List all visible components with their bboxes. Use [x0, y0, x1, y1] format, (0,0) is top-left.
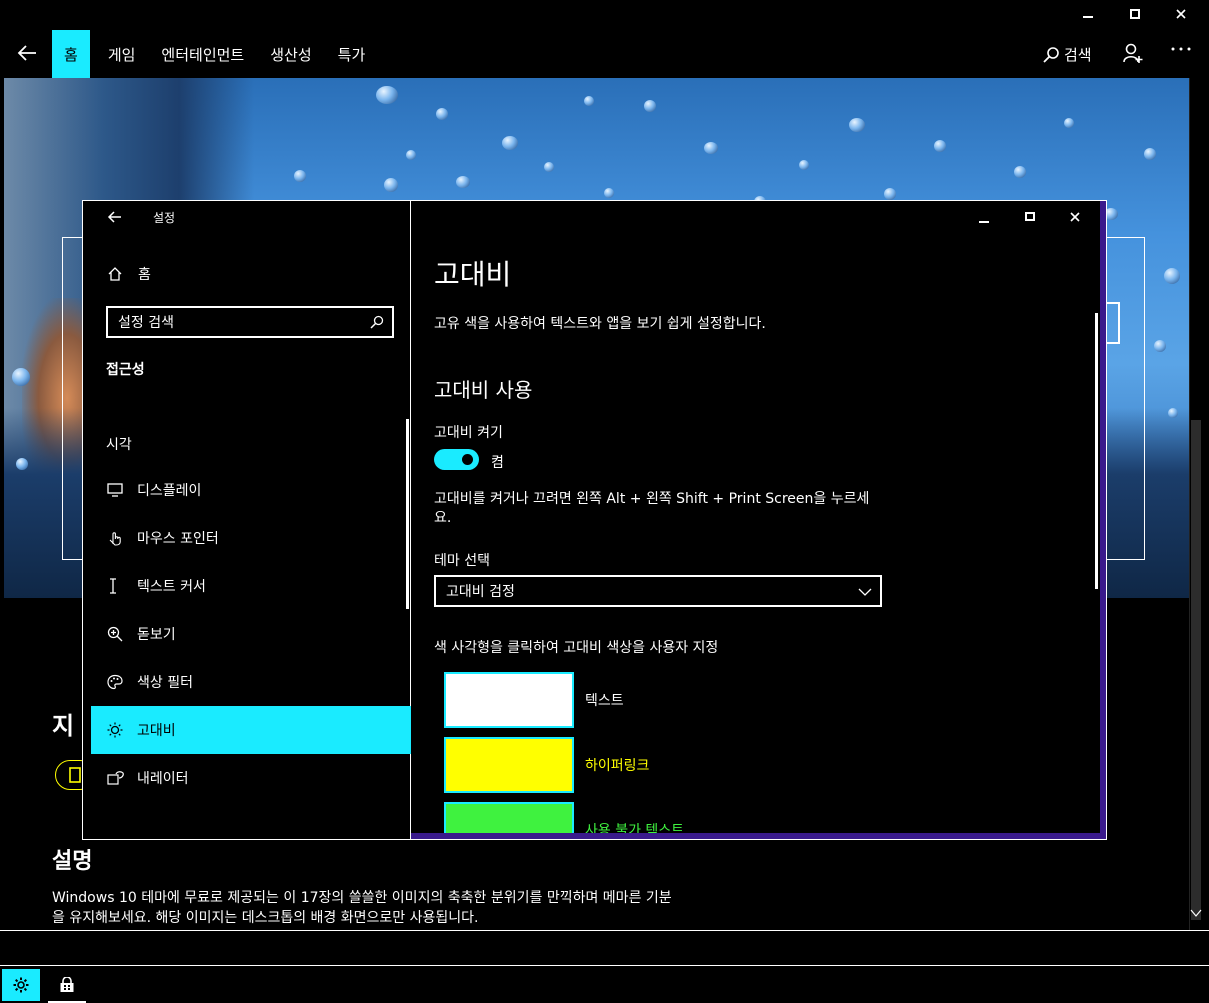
divider	[0, 930, 1209, 931]
scroll-down-button[interactable]	[1190, 908, 1202, 918]
swatch-label-hyperlink: 하이퍼링크	[585, 758, 650, 774]
sidebar-item-label: 고대비	[137, 723, 176, 739]
description-heading: 설명	[52, 849, 93, 874]
theme-label: 테마 선택	[434, 553, 490, 569]
device-icon	[69, 767, 81, 783]
maximize-button[interactable]	[1124, 4, 1146, 24]
tab-productivity[interactable]: 생산성	[258, 30, 323, 78]
tab-games[interactable]: 게임	[96, 30, 148, 78]
minimize-icon	[1083, 16, 1093, 18]
palette-icon	[107, 674, 123, 690]
search-icon	[370, 315, 384, 329]
sidebar-item-label: 돋보기	[137, 627, 176, 643]
minimize-button[interactable]	[1077, 4, 1099, 24]
search-button[interactable]: 검색	[1042, 44, 1092, 65]
swatch-label-text: 텍스트	[585, 693, 624, 709]
sidebar-item-text-cursor[interactable]: 텍스트 커서	[91, 562, 411, 610]
toggle-state: 켬	[491, 455, 504, 471]
theme-select[interactable]: 고대비 검정	[434, 575, 882, 607]
brightness-icon	[107, 722, 123, 738]
sidebar-item-narrator[interactable]: 내레이터	[91, 754, 411, 802]
magnifier-icon	[107, 626, 123, 642]
sidebar-item-home-label: 홈	[138, 267, 151, 283]
text-cursor-icon	[110, 578, 116, 594]
narrator-icon	[107, 771, 124, 785]
sidebar-item-label: 색상 필터	[137, 675, 193, 691]
search-icon	[1043, 46, 1059, 63]
mouse-pointer-icon	[109, 532, 121, 546]
settings-title: 설정	[153, 211, 176, 225]
tab-home[interactable]: 홈	[52, 30, 90, 78]
section-heading: 고대비 사용	[434, 378, 533, 402]
settings-close-button[interactable]	[1070, 212, 1080, 222]
sidebar-item-label: 텍스트 커서	[137, 579, 206, 595]
swatch-row-hyperlink[interactable]: 하이퍼링크	[444, 737, 649, 793]
group-heading: 시각	[106, 437, 132, 453]
sidebar-item-mouse-pointer[interactable]: 마우스 포인터	[91, 514, 411, 562]
sidebar-item-label: 내레이터	[137, 771, 189, 787]
tab-entertainment[interactable]: 엔터테인먼트	[149, 30, 256, 78]
sidebar-item-label: 디스플레이	[137, 483, 202, 499]
swatch-label-disabled: 사용 불가 텍스트	[585, 823, 685, 833]
settings-content: 고대비 고유 색을 사용하여 텍스트와 앱을 보기 쉽게 설정합니다. 고대비 …	[411, 201, 1106, 833]
swatch-row-text[interactable]: 텍스트	[444, 672, 624, 728]
chevron-down-icon	[1190, 909, 1202, 917]
page-title: 고대비	[434, 258, 512, 291]
description-line-2: 을 유지해보세요. 해당 이미지는 데스크톱의 배경 화면으로만 사용됩니다.	[52, 910, 479, 926]
more-icon	[1171, 47, 1191, 51]
settings-sidebar: 설정 홈 설정 검색 접근성 시각 디스플레이 마우스 포인터 텍스트 커서 돋…	[83, 201, 411, 839]
toggle-label: 고대비 켜기	[434, 425, 503, 441]
sidebar-item-display[interactable]: 디스플레이	[91, 466, 411, 514]
store-nav: 홈 게임 엔터테인먼트 생산성 특가	[52, 30, 377, 78]
home-icon	[108, 267, 122, 281]
tab-deals[interactable]: 특가	[326, 30, 378, 78]
swatch-instruction: 색 사각형을 클릭하여 고대비 색상을 사용자 지정	[434, 640, 719, 656]
account-button[interactable]	[1122, 42, 1144, 64]
shortcut-hint-line-2: 요.	[434, 510, 452, 526]
gear-icon	[13, 977, 29, 993]
back-arrow-icon	[107, 211, 121, 223]
section-title: 지	[52, 712, 75, 740]
more-button[interactable]	[1170, 46, 1192, 52]
settings-taskbar-button[interactable]	[2, 969, 40, 1001]
settings-window: 설정 홈 설정 검색 접근성 시각 디스플레이 마우스 포인터 텍스트 커서 돋…	[82, 200, 1107, 840]
chevron-down-icon	[858, 588, 872, 596]
settings-maximize-button[interactable]	[1025, 212, 1035, 222]
add-user-icon	[1123, 43, 1143, 63]
settings-search-input[interactable]: 설정 검색	[106, 306, 394, 338]
monitor-icon	[107, 483, 123, 497]
minimize-icon	[979, 221, 989, 223]
store-taskbar-button[interactable]	[48, 969, 86, 1003]
maximize-icon	[1025, 212, 1035, 221]
sidebar-item-home[interactable]: 홈	[107, 264, 151, 284]
taskbar	[0, 965, 1209, 1003]
sidebar-item-high-contrast[interactable]: 고대비	[91, 706, 411, 754]
high-contrast-toggle[interactable]	[434, 449, 479, 470]
content-scroll-thumb[interactable]	[1095, 313, 1098, 589]
theme-select-value: 고대비 검정	[446, 584, 515, 600]
store-scroll-thumb[interactable]	[1191, 420, 1201, 920]
sidebar-item-label: 마우스 포인터	[137, 531, 219, 547]
swatch-row-disabled[interactable]: 사용 불가 텍스트	[444, 802, 684, 833]
search-placeholder: 설정 검색	[118, 315, 174, 331]
back-arrow-icon	[17, 45, 36, 61]
maximize-icon	[1130, 9, 1140, 19]
disabled-text-color-swatch[interactable]	[444, 802, 574, 833]
back-button[interactable]	[16, 42, 38, 64]
settings-back-button[interactable]	[107, 209, 123, 225]
shortcut-hint-line-1: 고대비를 켜거나 끄려면 왼쪽 Alt + 왼쪽 Shift + Print S…	[434, 491, 870, 507]
search-label: 검색	[1064, 46, 1092, 64]
close-button[interactable]	[1170, 4, 1192, 24]
close-icon	[1176, 9, 1186, 19]
settings-minimize-button[interactable]	[979, 215, 989, 225]
close-icon	[1070, 212, 1080, 222]
text-color-swatch[interactable]	[444, 672, 574, 728]
hyperlink-color-swatch[interactable]	[444, 737, 574, 793]
category-heading: 접근성	[106, 362, 145, 378]
description-line-1: Windows 10 테마에 무료로 제공되는 이 17장의 쓸쓸한 이미지의 …	[52, 890, 672, 906]
sidebar-item-magnifier[interactable]: 돋보기	[91, 610, 411, 658]
sidebar-item-color-filter[interactable]: 색상 필터	[91, 658, 411, 706]
store-bag-icon	[60, 977, 74, 992]
page-subtitle: 고유 색을 사용하여 텍스트와 앱을 보기 쉽게 설정합니다.	[434, 316, 766, 332]
